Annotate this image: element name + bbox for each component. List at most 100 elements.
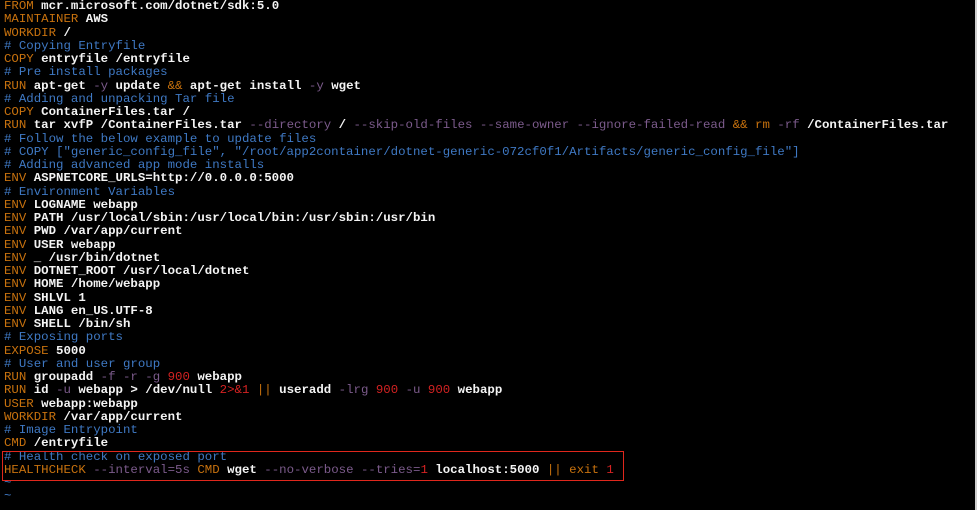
keyword: USER [4, 396, 34, 411]
code-line: # Adding advanced app mode installs [4, 158, 948, 172]
comment: # Pre install packages [4, 65, 168, 80]
flag: -f -r -g [100, 370, 161, 384]
keyword: COPY [4, 105, 34, 119]
comment: # Follow the below example to update fil… [4, 131, 317, 146]
code-line: RUN apt-get -y update && apt-get install… [4, 78, 948, 93]
code-text: webapp [450, 383, 503, 398]
code-line: WORKDIR /var/app/current [4, 409, 948, 424]
code-line: ENV DOTNET_ROOT /usr/local/dotnet [4, 264, 948, 278]
code-text: webapp [189, 370, 242, 384]
keyword: ENV [4, 277, 27, 292]
code-line: ENV LANG en_US.UTF-8 [4, 303, 948, 318]
code-line: RUN groupadd -f -r -g 900 webapp [4, 370, 948, 384]
keyword: ENV [4, 211, 27, 225]
code-text: / [56, 25, 71, 40]
code-line: # Copying Entryfile [4, 38, 948, 53]
keyword: ENV [4, 171, 27, 186]
code-line: # Adding and unpacking Tar file [4, 91, 948, 106]
code-text: webapp > /dev/null [70, 383, 220, 398]
code-text: entryfile /entryfile [33, 52, 190, 66]
keyword: ENV [4, 197, 27, 212]
keyword: COPY [4, 52, 34, 66]
flag: -lrg [338, 383, 369, 398]
code-line: # Pre install packages [4, 66, 948, 79]
flag: -u [405, 383, 421, 398]
comment: # Image Entrypoint [4, 423, 138, 437]
keyword: RUN [4, 383, 27, 398]
flag: -rf [777, 118, 800, 133]
code-text: apt-get install [182, 78, 309, 93]
operator: || [256, 383, 272, 398]
comment: # COPY ["generic_config_file", "/root/ap… [4, 144, 800, 159]
code-text: _ /usr/bin/dotnet [26, 250, 161, 265]
code-line: WORKDIR / [4, 25, 948, 40]
code-line: # User and user group [4, 356, 948, 371]
keyword: ENV [4, 290, 27, 305]
code-line: # Follow the below example to update fil… [4, 131, 948, 146]
comment: # Environment Variables [4, 184, 176, 199]
code-text: DOTNET_ROOT /usr/local/dotnet [26, 264, 250, 278]
code-text: wget [323, 78, 361, 93]
code-text: SHELL /bin/sh [26, 317, 131, 331]
code-line: ENV SHELL /bin/sh [4, 317, 948, 331]
code-line: COPY ContainerFiles.tar / [4, 105, 948, 119]
keyword: ENV [4, 224, 27, 239]
code-line: ENV _ /usr/bin/dotnet [4, 250, 948, 265]
code-text: apt-get [26, 78, 94, 93]
code-line: # Environment Variables [4, 184, 948, 199]
code-text: USER webapp [26, 237, 116, 252]
keyword: WORKDIR [4, 409, 57, 424]
code-text: LANG en_US.UTF-8 [26, 303, 153, 318]
operator: rm [755, 118, 770, 133]
keyword: RUN [4, 118, 27, 133]
code-line: COPY entryfile /entryfile [4, 52, 948, 66]
flag: --skip-old-files --same-owner --ignore-f… [353, 118, 726, 133]
code-line: CMD /entryfile [4, 437, 948, 450]
code-line: ENV PWD /var/app/current [4, 225, 948, 238]
code-text: useradd [271, 383, 339, 398]
operator: && [732, 118, 748, 133]
comment: # User and user group [4, 356, 161, 371]
flag: -y [308, 78, 324, 93]
comment: # Adding advanced app mode installs [4, 158, 265, 172]
number: 900 [167, 370, 190, 384]
code-text: /var/app/current [56, 409, 183, 424]
healthcheck-highlight-box [2, 451, 624, 481]
code-text: webapp:webapp [33, 396, 138, 411]
code-line: # Exposing ports [4, 331, 948, 344]
comment: # Copying Entryfile [4, 38, 146, 53]
keyword: ENV [4, 317, 27, 331]
code-line: MAINTAINER AWS [4, 13, 948, 26]
dockerfile-editor[interactable]: FROM mcr.microsoft.com/dotnet/sdk:5.0 MAI… [4, 0, 948, 504]
code-text: groupadd [26, 370, 101, 384]
flag: -u [56, 383, 71, 398]
code-line: # COPY ["generic_config_file", "/root/ap… [4, 144, 948, 159]
code-line: ENV USER webapp [4, 237, 948, 252]
keyword: ENV [4, 237, 27, 252]
code-line: FROM mcr.microsoft.com/dotnet/sdk:5.0 [4, 0, 948, 13]
code-text: SHLVL 1 [26, 290, 86, 305]
code-text: HOME /home/webapp [26, 277, 161, 292]
code-line: ENV PATH /usr/local/sbin:/usr/local/bin:… [4, 211, 948, 225]
code-line: RUN tar xvfP /ContainerFiles.tar --direc… [4, 119, 948, 132]
code-line: ENV LOGNAME webapp [4, 197, 948, 212]
code-text: mcr.microsoft.com/dotnet/sdk:5.0 [33, 0, 280, 13]
comment: # Exposing ports [4, 330, 123, 345]
comment: # Adding and unpacking Tar file [4, 91, 235, 106]
keyword: WORKDIR [4, 25, 57, 40]
keyword: RUN [4, 370, 27, 384]
code-text: tar xvfP /ContainerFiles.tar [26, 118, 250, 133]
code-text: ASPNETCORE_URLS=http://0.0.0.0:5000 [26, 171, 294, 186]
code-text: id [26, 383, 57, 398]
code-text: LOGNAME webapp [26, 197, 138, 212]
keyword: RUN [4, 78, 27, 93]
keyword: ENV [4, 250, 27, 265]
code-text: PWD /var/app/current [26, 224, 183, 239]
keyword: MAINTAINER [4, 12, 79, 27]
